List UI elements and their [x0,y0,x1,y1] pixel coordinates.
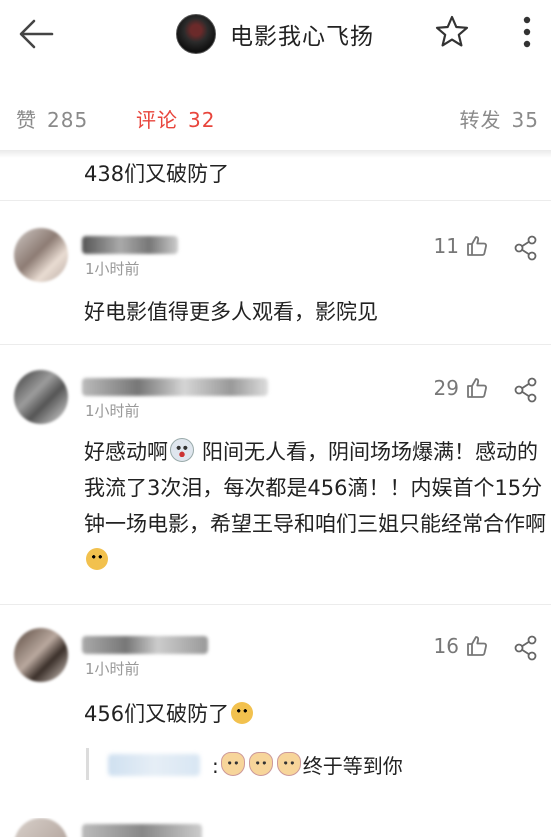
dog-face-emoji-icon [86,548,108,570]
comment-text: 456们又破防了 [84,696,546,732]
tab-repost-count: 35 [511,108,539,132]
tab-repost-label: 转发 [459,108,502,132]
like-count: 29 [433,376,459,400]
like-count: 11 [433,234,459,258]
comment-divider [0,344,551,345]
comment-text-part: 好感动啊 [84,440,168,464]
tab-like-count: 285 [47,108,89,132]
dog-face-emoji-icon [231,702,254,724]
comment-time: 1小时前 [85,260,140,278]
cat-face-emoji-icon [276,752,301,776]
comment-time: 1小时前 [85,660,140,678]
comment-item: 1小时前 11 好电影值得更多人观看，影院见 [0,228,551,348]
tabs-shadow [0,150,551,158]
previous-comment-text: 438们又破防了 [84,162,230,186]
tab-like[interactable]: 赞 285 [16,104,88,133]
top-bar: 电影我心飞扬 [0,0,551,68]
tab-comment-count: 32 [188,108,216,132]
thumb-up-icon [467,378,487,398]
thumb-up-icon [467,236,487,256]
like-button[interactable]: 11 [434,234,489,258]
comment-text: 好感动啊 阳间无人看，阴间场场爆满！感动的我流了3次泪，每次都是456滴！！内娱首… [84,434,546,578]
interaction-tabs: 赞 285 评论 32 转发 35 [0,88,551,148]
tab-repost[interactable]: 转发 35 [460,104,539,133]
back-arrow-icon[interactable] [14,14,58,54]
like-button[interactable]: 29 [434,376,489,400]
shocked-face-emoji-icon [170,438,194,462]
comment-divider [0,200,551,201]
username[interactable] [82,378,268,396]
reply-username[interactable] [108,754,200,776]
avatar[interactable] [14,818,68,837]
star-icon[interactable] [434,14,470,50]
tab-comment[interactable]: 评论 32 [136,104,215,133]
tab-like-label: 赞 [16,108,37,132]
comment-text: 好电影值得更多人观看，影院见 [84,300,378,324]
comment-item: 1小时前 29 好感动啊 阳间无人看，阴间场场爆满！感动的我流了3次泪，每次都是4… [0,370,551,610]
page-title[interactable]: 电影我心飞扬 [230,17,374,51]
more-vertical-icon[interactable] [517,12,537,52]
share-icon[interactable] [513,377,539,403]
reply-indicator-bar [86,748,89,780]
blogger-avatar[interactable] [176,14,216,54]
reply-text: : 终于等到你 [212,750,403,779]
comment-time: 1小时前 [85,402,140,420]
username[interactable] [82,636,208,654]
like-count: 16 [433,634,459,658]
like-button[interactable]: 16 [434,634,489,658]
username[interactable] [82,236,178,254]
reply-separator: : [212,754,219,778]
avatar[interactable] [14,228,68,282]
comment-item [0,818,551,837]
thumb-up-icon [467,636,487,656]
avatar[interactable] [14,370,68,424]
username[interactable] [82,824,202,837]
share-icon[interactable] [513,635,539,661]
share-icon[interactable] [513,235,539,261]
comment-text-part: 456们又破防了 [84,702,230,726]
comment-divider [0,604,551,605]
cat-face-emoji-icon [220,752,245,776]
reply-preview[interactable]: : 终于等到你 [86,744,546,784]
avatar[interactable] [14,628,68,682]
cat-face-emoji-icon [248,752,273,776]
header-title-group: 电影我心飞扬 [176,14,374,54]
reply-text-content: 终于等到你 [302,754,403,778]
tab-comment-label: 评论 [136,108,178,132]
